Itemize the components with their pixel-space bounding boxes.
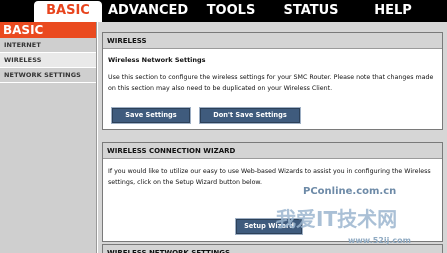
sidebar-item-wireless[interactable]: WIRELESS xyxy=(0,53,96,68)
wireless-panel-subheading: Wireless Network Settings xyxy=(108,56,206,64)
wireless-panel: WIRELESS Wireless Network Settings Use t… xyxy=(102,32,443,130)
network-settings-heading: WIRELESS NETWORK SETTINGS xyxy=(103,245,442,253)
network-settings-panel: WIRELESS NETWORK SETTINGS xyxy=(102,244,443,253)
tab-basic[interactable]: BASIC xyxy=(34,1,102,22)
wizard-panel-heading: WIRELESS CONNECTION WIZARD xyxy=(103,143,442,159)
tab-advanced[interactable]: ADVANCED xyxy=(108,2,188,20)
tab-status[interactable]: STATUS xyxy=(282,2,340,20)
wizard-panel: WIRELESS CONNECTION WIZARD If you would … xyxy=(102,142,443,242)
top-navigation: BASIC ADVANCED TOOLS STATUS HELP xyxy=(0,0,447,22)
main-content: WIRELESS Wireless Network Settings Use t… xyxy=(98,22,447,253)
setup-wizard-button[interactable]: Setup Wizard xyxy=(235,218,303,235)
wizard-panel-description: If you would like to utilize our easy to… xyxy=(108,168,431,186)
sidebar-item-internet[interactable]: INTERNET xyxy=(0,38,96,53)
save-settings-button[interactable]: Save Settings xyxy=(111,107,191,124)
wireless-panel-heading: WIRELESS xyxy=(103,33,442,49)
sidebar: BASIC INTERNET WIRELESS NETWORK SETTINGS xyxy=(0,22,97,253)
dont-save-settings-button[interactable]: Don't Save Settings xyxy=(199,107,301,124)
sidebar-title: BASIC xyxy=(0,22,96,38)
tab-tools[interactable]: TOOLS xyxy=(204,2,258,20)
wireless-panel-description: Use this section to configure the wirele… xyxy=(108,74,434,92)
tab-help[interactable]: HELP xyxy=(370,2,416,20)
sidebar-item-network-settings[interactable]: NETWORK SETTINGS xyxy=(0,68,96,83)
